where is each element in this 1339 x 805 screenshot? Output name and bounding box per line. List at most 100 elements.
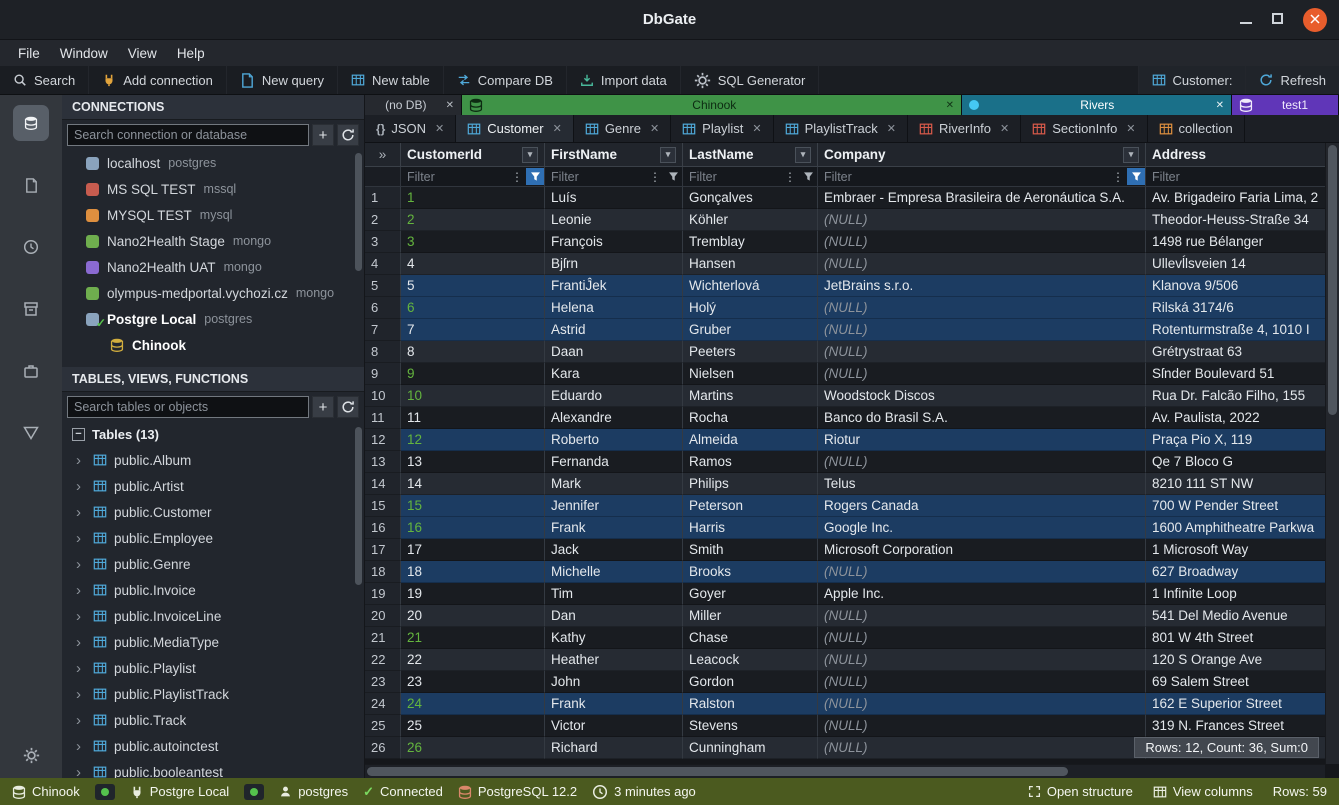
grid-cell[interactable]: 21 [401, 627, 545, 649]
menu-window[interactable]: Window [50, 43, 118, 64]
grid-cell[interactable]: (NULL) [818, 231, 1146, 253]
menu-view[interactable]: View [118, 43, 167, 64]
close-icon[interactable]: ✕ [1216, 100, 1224, 111]
grid-cell[interactable]: 8210 111 ST NW [1146, 473, 1339, 495]
grid-cell[interactable]: 69 Salem Street [1146, 671, 1339, 693]
grid-vertical-scrollbar-thumb[interactable] [1328, 145, 1337, 415]
grid-cell[interactable]: Gonçalves [683, 187, 818, 209]
refresh-tables-button[interactable] [337, 396, 359, 418]
tables-scrollbar[interactable] [355, 427, 362, 585]
row-number[interactable]: 8 [365, 341, 401, 363]
status-item-connected[interactable]: ✓Connected [363, 784, 443, 800]
grid-cell[interactable]: Grétrystraat 63 [1146, 341, 1339, 363]
grid-cell[interactable]: 801 W 4th Street [1146, 627, 1339, 649]
grid-cell[interactable]: 1 Microsoft Way [1146, 539, 1339, 561]
status-item-3-minutes-ago[interactable]: 3 minutes ago [592, 784, 696, 800]
row-number[interactable]: 26 [365, 737, 401, 759]
db-tab-rivers[interactable]: Rivers✕ [962, 95, 1232, 115]
db-tab-chinook[interactable]: Chinook✕ [462, 95, 962, 115]
grid-cell[interactable]: Gruber [683, 319, 818, 341]
row-number[interactable]: 7 [365, 319, 401, 341]
grid-cell[interactable]: FrantiĴek [545, 275, 683, 297]
menu-file[interactable]: File [8, 43, 50, 64]
file-tab-playlist[interactable]: Playlist✕ [671, 115, 773, 142]
row-number[interactable]: 12 [365, 429, 401, 451]
column-header-address[interactable]: Address [1146, 143, 1339, 167]
close-icon[interactable]: ✕ [1126, 122, 1135, 135]
close-icon[interactable]: ✕ [752, 122, 761, 135]
close-icon[interactable]: ✕ [1000, 122, 1009, 135]
grid-cell[interactable]: Embraer - Empresa Brasileira de Aeronáut… [818, 187, 1146, 209]
table-item[interactable]: ›public.Playlist [62, 655, 364, 681]
grid-cell[interactable]: Ralston [683, 693, 818, 715]
grid-cell[interactable]: Stevens [683, 715, 818, 737]
grid-cell[interactable]: Almeida [683, 429, 818, 451]
grid-cell[interactable]: (NULL) [818, 319, 1146, 341]
filter-input-firstname[interactable] [545, 170, 646, 184]
row-number[interactable]: 11 [365, 407, 401, 429]
row-number[interactable]: 4 [365, 253, 401, 275]
grid-cell[interactable]: Hansen [683, 253, 818, 275]
grid-cell[interactable]: Astrid [545, 319, 683, 341]
tables-group-row[interactable]: − Tables (13) [62, 422, 364, 447]
status-item-view-columns[interactable]: View columns [1153, 784, 1253, 799]
toolbar-add-connection-button[interactable]: Add connection [89, 66, 227, 94]
grid-cell[interactable]: Ullevĺlsveien 14 [1146, 253, 1339, 275]
file-tab-riverinfo[interactable]: RiverInfo✕ [908, 115, 1021, 142]
toolbar-compare-db-button[interactable]: Compare DB [444, 66, 567, 94]
filter-input-company[interactable] [818, 170, 1109, 184]
grid-cell[interactable]: Jack [545, 539, 683, 561]
grid-cell[interactable]: 5 [401, 275, 545, 297]
grid-cell[interactable]: 627 Broadway [1146, 561, 1339, 583]
grid-cell[interactable]: (NULL) [818, 693, 1146, 715]
grid-cell[interactable]: Frank [545, 693, 683, 715]
grid-cell[interactable]: Theodor-Heuss-Straße 34 [1146, 209, 1339, 231]
grid-cell[interactable]: Bjſrn [545, 253, 683, 275]
status-item-postgre-local[interactable]: Postgre Local [130, 784, 230, 800]
grid-cell[interactable]: (NULL) [818, 209, 1146, 231]
connection-item[interactable]: localhostpostgres [62, 150, 364, 176]
menu-help[interactable]: Help [167, 43, 215, 64]
db-tab--no-db-[interactable]: (no DB)✕ [365, 95, 462, 115]
grid-cell[interactable]: Nielsen [683, 363, 818, 385]
close-icon[interactable]: ✕ [946, 100, 954, 111]
row-number[interactable]: 22 [365, 649, 401, 671]
status-item-postgres[interactable]: postgres [279, 784, 348, 800]
grid-cell[interactable]: 11 [401, 407, 545, 429]
grid-cell[interactable]: 3 [401, 231, 545, 253]
row-number[interactable]: 13 [365, 451, 401, 473]
grid-cell[interactable]: Leacock [683, 649, 818, 671]
add-connection-plus-button[interactable]: + [312, 124, 334, 146]
grid-cell[interactable]: 700 W Pender Street [1146, 495, 1339, 517]
grid-cell[interactable]: Dan [545, 605, 683, 627]
grid-cell[interactable]: Roberto [545, 429, 683, 451]
grid-horizontal-scrollbar[interactable] [365, 764, 1325, 778]
rail-files-button[interactable] [13, 167, 49, 203]
row-number[interactable]: 3 [365, 231, 401, 253]
connection-item[interactable]: olympus-medportal.vychozi.czmongo [62, 280, 364, 306]
grid-cell[interactable]: Michelle [545, 561, 683, 583]
table-item[interactable]: ›public.booleantest [62, 759, 364, 778]
grid-cell[interactable]: 25 [401, 715, 545, 737]
grid-cell[interactable]: Banco do Brasil S.A. [818, 407, 1146, 429]
row-number[interactable]: 16 [365, 517, 401, 539]
connection-item[interactable]: Nano2Health UATmongo [62, 254, 364, 280]
grid-cell[interactable]: Tremblay [683, 231, 818, 253]
grid-cell[interactable]: 1 [401, 187, 545, 209]
row-number[interactable]: 9 [365, 363, 401, 385]
grid-cell[interactable]: Rilská 3174/6 [1146, 297, 1339, 319]
grid-cell[interactable]: 541 Del Medio Avenue [1146, 605, 1339, 627]
grid-cell[interactable]: Miller [683, 605, 818, 627]
toolbar-customer--button[interactable]: Customer: [1138, 66, 1246, 94]
tables-search-input[interactable] [67, 396, 309, 418]
grid-cell[interactable]: 24 [401, 693, 545, 715]
grid-cell[interactable]: 7 [401, 319, 545, 341]
grid-cell[interactable]: Microsoft Corporation [818, 539, 1146, 561]
grid-horizontal-scrollbar-thumb[interactable] [367, 767, 1068, 776]
grid-cell[interactable]: (NULL) [818, 341, 1146, 363]
status-item-postgresql-12-2[interactable]: PostgreSQL 12.2 [458, 784, 577, 800]
grid-cell[interactable]: Wichterlová [683, 275, 818, 297]
grid-cell[interactable]: Chase [683, 627, 818, 649]
grid-cell[interactable]: Sſnder Boulevard 51 [1146, 363, 1339, 385]
grid-cell[interactable]: Tim [545, 583, 683, 605]
